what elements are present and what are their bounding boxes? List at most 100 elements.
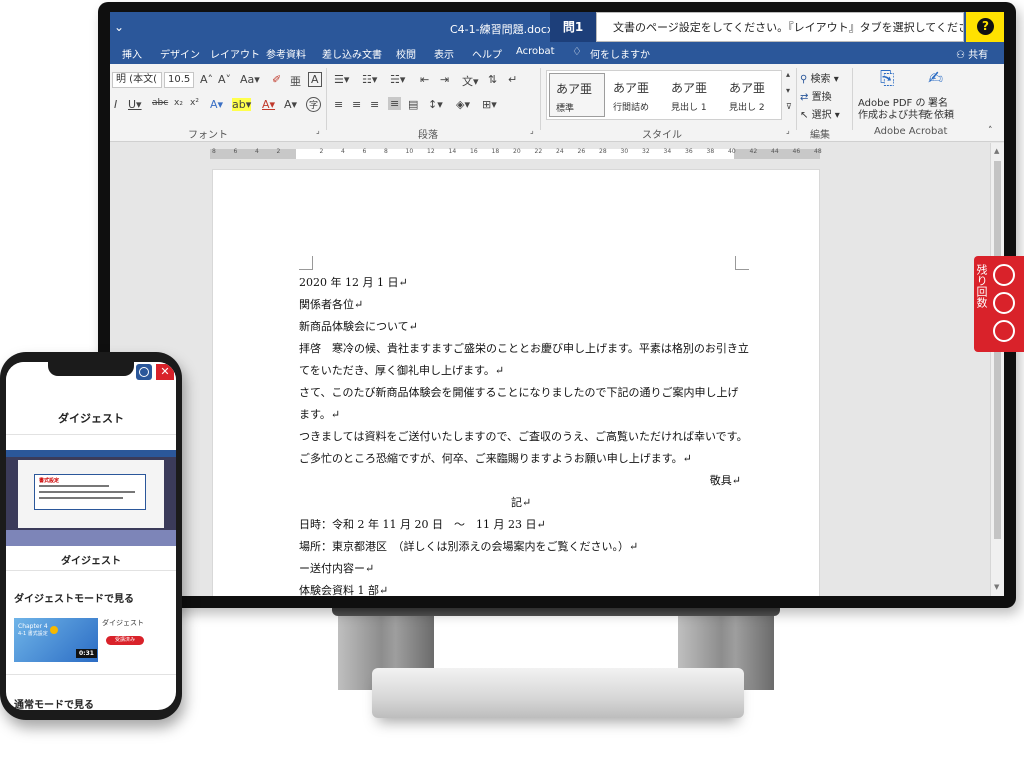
asian-layout-icon[interactable]: 文▾ xyxy=(462,73,479,89)
show-marks-icon[interactable]: ↵ xyxy=(508,73,517,86)
subscript-icon[interactable]: x₂ xyxy=(174,98,183,108)
scroll-down-icon[interactable]: ▼ xyxy=(994,583,999,591)
align-left-icon[interactable]: ≡ xyxy=(334,98,343,111)
ruler-tick: 4 xyxy=(341,148,345,155)
tell-me-box[interactable]: 何をしますか xyxy=(590,46,650,61)
gallery-down-icon[interactable]: ▾ xyxy=(786,86,790,95)
align-center-icon[interactable]: ≡ xyxy=(352,98,361,111)
highlight-icon[interactable]: ab▾ xyxy=(232,98,252,111)
numbering-icon[interactable]: ☷▾ xyxy=(362,73,377,86)
tab-review[interactable]: 校閲 xyxy=(396,46,416,61)
select-button[interactable]: ↖ 選択 ▾ xyxy=(800,106,840,121)
lesson-title: ダイジェスト xyxy=(102,619,144,627)
style-dialog-launcher-icon[interactable]: ⌟ xyxy=(786,126,790,135)
question-help-button[interactable]: ? xyxy=(966,12,1004,42)
doc-ki: 記↵ xyxy=(511,496,532,509)
clear-format-icon[interactable]: ✐ xyxy=(272,73,281,86)
tab-layout[interactable]: レイアウト xyxy=(210,46,260,61)
collapse-ribbon-icon[interactable]: ˄ xyxy=(988,126,993,136)
line-spacing-icon[interactable]: ↕▾ xyxy=(428,98,443,111)
tab-help[interactable]: ヘルプ xyxy=(472,46,502,61)
phone-screen: ✕ ダイジェスト 書式設定 ダイジェスト ダイジェストモードで見る Chapte… xyxy=(6,362,176,710)
doc-line: 拝啓 寒冷の候、貴社ますますご盛栄のこととお慶び申し上げます。平素は格別のお引き… xyxy=(299,342,749,355)
doc-line: ます。↵ xyxy=(299,408,341,421)
phone-help-button[interactable] xyxy=(136,364,152,380)
character-shading-icon[interactable]: A▾ xyxy=(284,98,297,111)
video-card-title: 書式設定 xyxy=(39,478,60,484)
replace-button[interactable]: ⇄ 置換 xyxy=(800,88,832,103)
style-heading-1[interactable]: あア亜 見出し 1 xyxy=(665,73,721,117)
bullets-icon[interactable]: ☰▾ xyxy=(334,73,349,86)
superscript-icon[interactable]: x² xyxy=(190,98,199,108)
document-page[interactable]: 2020 年 12 月 1 日↵ 関係者各位↵ 新商品体験会について↵ 拝啓 寒… xyxy=(212,169,820,596)
gallery-more-icon[interactable]: ⊽ xyxy=(786,102,792,111)
completed-badge: 受講済み xyxy=(106,636,144,645)
character-border-icon[interactable]: A xyxy=(308,72,322,87)
multilevel-list-icon[interactable]: ☵▾ xyxy=(390,73,405,86)
italic-icon[interactable]: I xyxy=(114,98,117,111)
tab-acrobat[interactable]: Acrobat xyxy=(516,46,555,57)
scroll-up-icon[interactable]: ▲ xyxy=(994,147,999,155)
ruler-tick: 2 xyxy=(276,148,281,155)
enclose-character-icon[interactable]: 字 xyxy=(306,97,322,112)
align-right-icon[interactable]: ≡ xyxy=(370,98,379,111)
style-normal[interactable]: あア亜 標準 xyxy=(549,73,605,117)
shrink-font-icon[interactable]: A˅ xyxy=(218,73,231,86)
select-label: 選択 xyxy=(811,110,832,121)
strikethrough-icon[interactable]: abc xyxy=(152,98,168,108)
document-canvas: 2020 年 12 月 1 日↵ 関係者各位↵ 新商品体験会について↵ 拝啓 寒… xyxy=(110,165,990,596)
phonetic-guide-icon[interactable]: 亜 xyxy=(290,73,301,89)
person-icon: ⚇ xyxy=(956,50,965,61)
ruler-tick: 30 xyxy=(620,148,629,155)
font-name-select[interactable]: 明 (本文( xyxy=(112,72,162,88)
grow-font-icon[interactable]: A˄ xyxy=(200,73,213,86)
video-word-bar xyxy=(6,450,176,457)
ruler-tick: 8 xyxy=(384,148,388,155)
font-color-icon[interactable]: A▾ xyxy=(262,98,275,111)
find-button[interactable]: ⚲ 検索 ▾ xyxy=(800,70,839,85)
gallery-up-icon[interactable]: ▴ xyxy=(786,70,790,79)
digest-video[interactable]: 書式設定 xyxy=(6,450,176,546)
style-sample: あア亜 xyxy=(556,82,593,96)
lesson-thumbnail[interactable]: Chapter 4 4-1 書式設定 0:31 xyxy=(14,618,98,662)
digest-mode-heading: ダイジェストモードで見る xyxy=(14,594,134,605)
doc-line: 新商品体験会について↵ xyxy=(299,320,418,333)
acrobat-create-line2[interactable]: 作成および共有 xyxy=(858,106,928,121)
font-size-select[interactable]: 10.5 xyxy=(164,72,194,88)
font-dialog-launcher-icon[interactable]: ⌟ xyxy=(316,126,320,135)
tab-mailings[interactable]: 差し込み文書 xyxy=(322,46,382,61)
style-heading-2[interactable]: あア亜 見出し 2 xyxy=(723,73,779,117)
decrease-indent-icon[interactable]: ⇤ xyxy=(420,73,429,86)
ruler-tick: 46 xyxy=(792,148,801,155)
ribbon-separator xyxy=(796,68,797,130)
sort-icon[interactable]: ⇅ xyxy=(488,73,497,86)
search-icon: ⚲ xyxy=(800,74,808,85)
ruler-tick: 22 xyxy=(534,148,543,155)
pdf-create-icon: ⎘ xyxy=(880,68,895,89)
ruler-tick: 26 xyxy=(577,148,586,155)
horizontal-ruler[interactable]: 8 6 4 2 2 4 6 8 10 12 14 16 18 20 22 24 26 28 30 32 34 36 38 40… xyxy=(210,148,822,159)
underline-icon[interactable]: U▾ xyxy=(128,98,142,111)
acrobat-sign-line2[interactable]: を依頼 xyxy=(924,106,954,121)
borders-icon[interactable]: ⊞▾ xyxy=(482,98,497,111)
tab-insert[interactable]: 挿入 xyxy=(122,46,142,61)
distributed-icon[interactable]: ▤ xyxy=(408,98,418,111)
smartphone: ✕ ダイジェスト 書式設定 ダイジェスト ダイジェストモードで見る Chapte… xyxy=(0,352,182,720)
tab-view[interactable]: 表示 xyxy=(434,46,454,61)
ruler-tick: 44 xyxy=(771,148,779,155)
shading-icon[interactable]: ◈▾ xyxy=(456,98,470,111)
tab-design[interactable]: デザイン xyxy=(160,46,200,61)
increase-indent-icon[interactable]: ⇥ xyxy=(440,73,449,86)
change-case-icon[interactable]: Aa▾ xyxy=(240,73,260,86)
vertical-scrollbar[interactable]: ▲ ▼ xyxy=(990,143,1004,596)
thumb-marker-icon xyxy=(50,626,58,634)
quick-access-icon[interactable]: ⌄ xyxy=(114,20,124,34)
text-effects-icon[interactable]: A▾ xyxy=(210,98,223,111)
style-no-spacing[interactable]: あア亜 行間詰め xyxy=(607,73,663,117)
phone-close-button[interactable]: ✕ xyxy=(156,364,174,380)
paragraph-dialog-launcher-icon[interactable]: ⌟ xyxy=(530,126,534,135)
justify-icon[interactable]: ≡ xyxy=(388,97,402,110)
tab-references[interactable]: 参考資料 xyxy=(266,46,306,61)
font-group-label: フォント xyxy=(188,130,228,141)
share-button[interactable]: ⚇ 共有 xyxy=(956,46,988,61)
